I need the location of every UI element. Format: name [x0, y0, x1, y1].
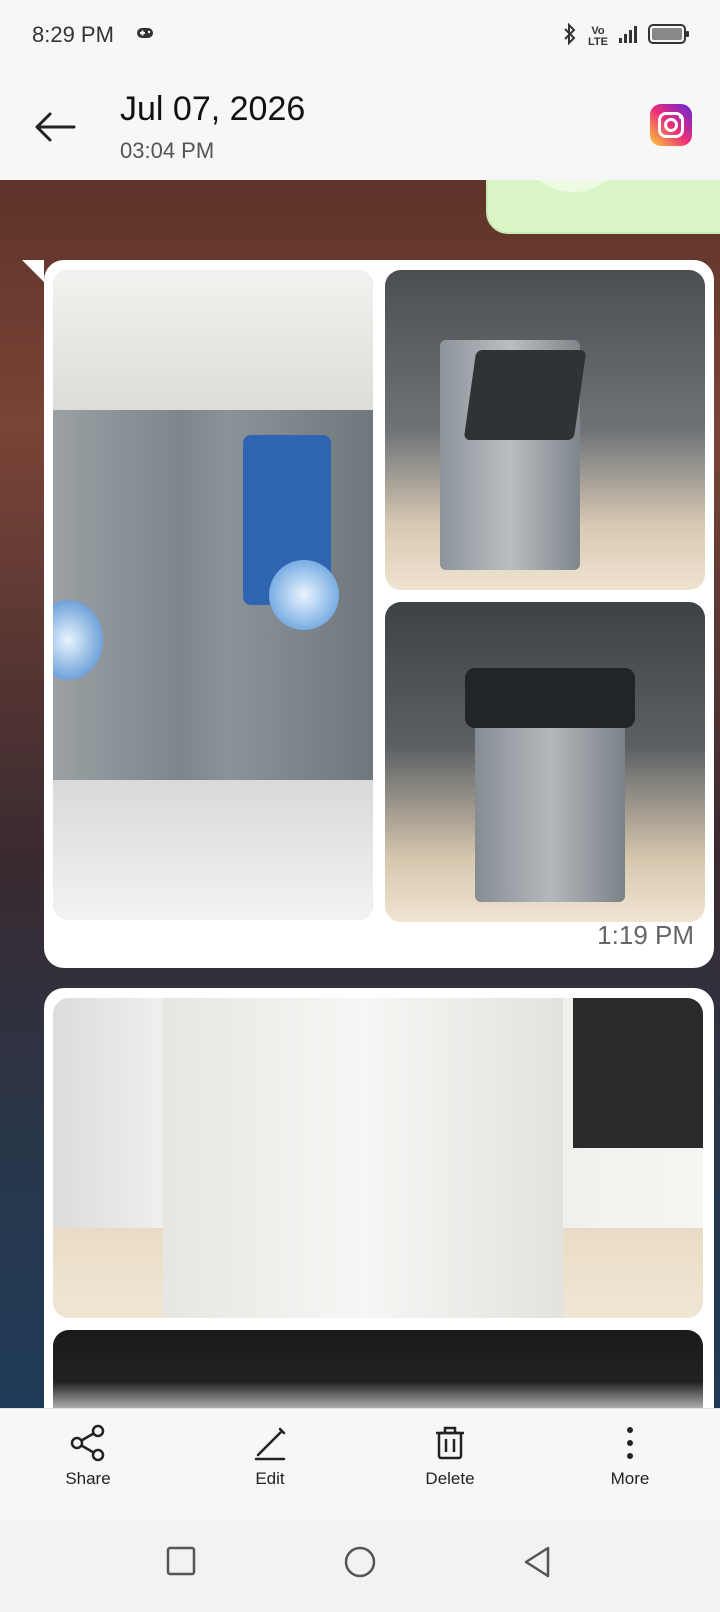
back-arrow-icon[interactable] — [30, 102, 80, 152]
header: Jul 07, 2026 03:04 PM — [0, 72, 720, 180]
more-label: More — [610, 1469, 650, 1488]
sent-message-bubble — [486, 180, 720, 234]
edit-button[interactable]: Edit — [210, 1423, 330, 1489]
open-washer-photo — [385, 270, 705, 590]
battery-icon — [648, 23, 690, 50]
washer-top-photo — [53, 1330, 703, 1408]
status-bar: 8:29 PM Vo LTE — [0, 0, 720, 72]
washing-machines-photo — [53, 270, 373, 920]
message-timestamp: 1:19 PM — [597, 920, 694, 950]
volte-icon: Vo LTE — [588, 25, 608, 48]
photo-time: 03:04 PM — [120, 138, 215, 163]
received-message-bubble — [44, 988, 714, 1408]
screenshot-image: 1:19 PM — [0, 180, 720, 1408]
volte-bottom: LTE — [588, 35, 608, 48]
twin-tub-washer-photo — [53, 998, 703, 1318]
delete-label: Delete — [425, 1469, 475, 1488]
bluetooth-icon — [562, 22, 578, 51]
photo-date: Jul 07, 2026 — [120, 90, 306, 128]
closed-washer-photo — [385, 602, 705, 922]
instagram-icon[interactable] — [650, 104, 692, 146]
recents-square-icon[interactable] — [164, 1544, 198, 1583]
back-triangle-icon[interactable] — [520, 1544, 554, 1585]
signal-icon — [618, 24, 638, 49]
home-circle-icon[interactable] — [342, 1544, 378, 1585]
share-label: Share — [65, 1469, 111, 1488]
more-button[interactable]: More — [570, 1423, 690, 1489]
edit-icon — [254, 1427, 286, 1461]
system-navigation-bar — [0, 1520, 720, 1612]
edit-label: Edit — [255, 1469, 285, 1488]
action-bar: Share Edit Delete More — [0, 1408, 720, 1521]
status-time: 8:29 PM — [32, 22, 114, 47]
more-vertical-icon — [627, 1427, 633, 1459]
delete-button[interactable]: Delete — [390, 1423, 510, 1489]
gamepad-icon — [136, 26, 154, 45]
trash-icon — [436, 1426, 464, 1460]
share-button[interactable]: Share — [28, 1423, 148, 1489]
received-message-bubble: 1:19 PM — [22, 260, 714, 968]
share-icon — [70, 1424, 105, 1462]
